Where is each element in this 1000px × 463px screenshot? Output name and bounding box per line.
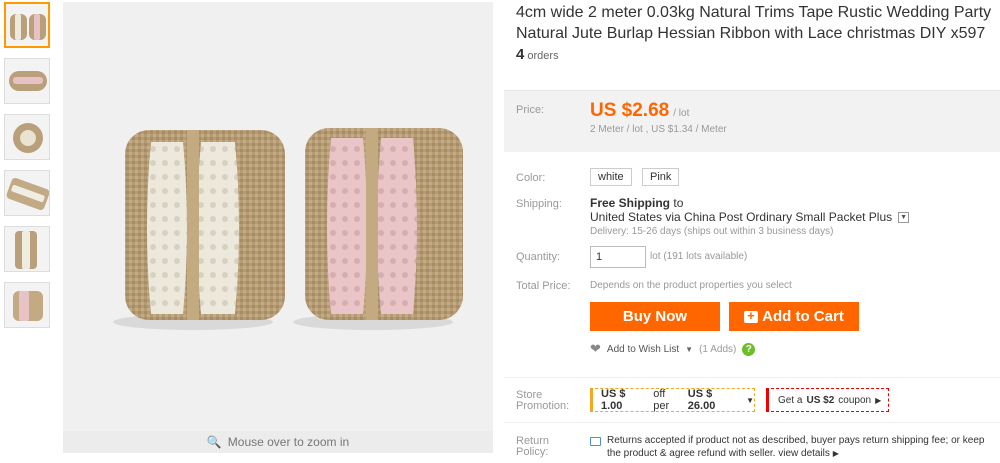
help-icon[interactable]: ?: [742, 342, 756, 356]
thumbnail-6[interactable]: [4, 282, 50, 328]
get-coupon-button[interactable]: Get a US $2 coupon ▶: [766, 388, 889, 412]
return-policy-icon: [590, 437, 601, 446]
shipping-to-text: to: [673, 196, 684, 210]
total-price-value: Depends on the product properties you se…: [590, 280, 792, 291]
buy-now-button[interactable]: Buy Now: [590, 302, 720, 331]
coupon-discount-text: off per: [653, 388, 670, 412]
return-policy-text-2a: the product & agree refund with seller.: [607, 448, 776, 459]
price-amount: US $2.68: [590, 100, 670, 121]
return-label-line2: Policy:: [516, 446, 549, 458]
thumbnail-1[interactable]: [4, 2, 50, 48]
magnifier-icon: 🔍: [206, 435, 222, 449]
chevron-right-icon[interactable]: ▶: [833, 449, 839, 458]
price-box: [504, 90, 1000, 152]
chevron-right-icon: ▶: [875, 395, 882, 405]
color-option-white[interactable]: white: [590, 168, 632, 186]
thumbnail-3[interactable]: [4, 114, 50, 160]
coupon-discount-threshold: US $ 26.00: [687, 388, 716, 412]
wishlist-count: (1 Adds): [699, 343, 737, 355]
total-price-label: Total Price:: [516, 280, 571, 292]
chevron-down-icon: ▼: [746, 395, 754, 405]
quantity-available: lot (191 lots available): [650, 251, 748, 262]
shipping-method[interactable]: United States via China Post Ordinary Sm…: [590, 210, 910, 224]
quantity-input[interactable]: [590, 246, 646, 268]
divider: [504, 377, 1000, 378]
zoom-hint-bar: 🔍 Mouse over to zoom in: [63, 431, 493, 453]
return-policy-text-1: Returns accepted if product not as descr…: [607, 435, 985, 446]
price-detail: 2 Meter / lot , US $1.34 / Meter: [590, 124, 727, 135]
thumbnail-4[interactable]: [4, 170, 50, 216]
color-option-pink[interactable]: Pink: [642, 168, 680, 186]
get-coupon-text: Get a: [778, 394, 803, 406]
shipping-free: Free Shipping to: [590, 196, 683, 210]
heart-icon[interactable]: ❤: [590, 341, 601, 357]
wishlist-row: ❤ Add to Wish List ▼ (1 Adds) ?: [590, 341, 756, 357]
price-value: US $2.68/ lot: [590, 100, 689, 122]
product-title: 4cm wide 2 meter 0.03kg Natural Trims Ta…: [516, 4, 992, 42]
orders-number: 4: [516, 46, 525, 63]
product-photo: [63, 2, 493, 432]
zoom-hint-text: Mouse over to zoom in: [227, 435, 350, 449]
thumbnail-2[interactable]: [4, 58, 50, 104]
return-policy-text-2: the product & agree refund with seller. …: [607, 448, 839, 459]
thumbnail-5[interactable]: [4, 226, 50, 272]
orders-label: orders: [527, 50, 559, 62]
promotion-label-line2: Promotion:: [516, 400, 570, 412]
divider: [504, 422, 1000, 423]
store-coupon-discount[interactable]: US $ 1.00 off per US $ 26.00 ▼: [590, 388, 755, 412]
quantity-label: Quantity:: [516, 251, 561, 263]
thumbnail-strip: [4, 2, 52, 338]
main-product-image[interactable]: [63, 2, 493, 452]
cart-plus-icon: [744, 308, 759, 323]
shipping-label: Shipping:: [516, 198, 562, 210]
coupon-discount-amount: US $ 1.00: [601, 388, 626, 412]
shipping-method-text: United States via China Post Ordinary Sm…: [590, 210, 893, 224]
wishlist-link[interactable]: Add to Wish List: [607, 344, 679, 355]
color-label: Color:: [516, 172, 546, 184]
chevron-down-icon[interactable]: ▼: [685, 345, 693, 354]
get-coupon-amount: US $2: [806, 394, 835, 406]
delivery-estimate: Delivery: 15-26 days (ships out within 3…: [590, 226, 834, 237]
view-details-link[interactable]: view details: [778, 448, 830, 459]
get-coupon-suffix: coupon: [838, 394, 872, 406]
free-shipping-text: Free Shipping: [590, 196, 671, 210]
add-to-cart-label: Add to Cart: [762, 308, 844, 325]
price-label: Price:: [516, 104, 545, 116]
price-unit: / lot: [673, 108, 690, 119]
chevron-down-icon[interactable]: ▼: [898, 211, 910, 223]
add-to-cart-button[interactable]: Add to Cart: [729, 302, 859, 331]
orders-count: 4 orders: [516, 46, 559, 63]
